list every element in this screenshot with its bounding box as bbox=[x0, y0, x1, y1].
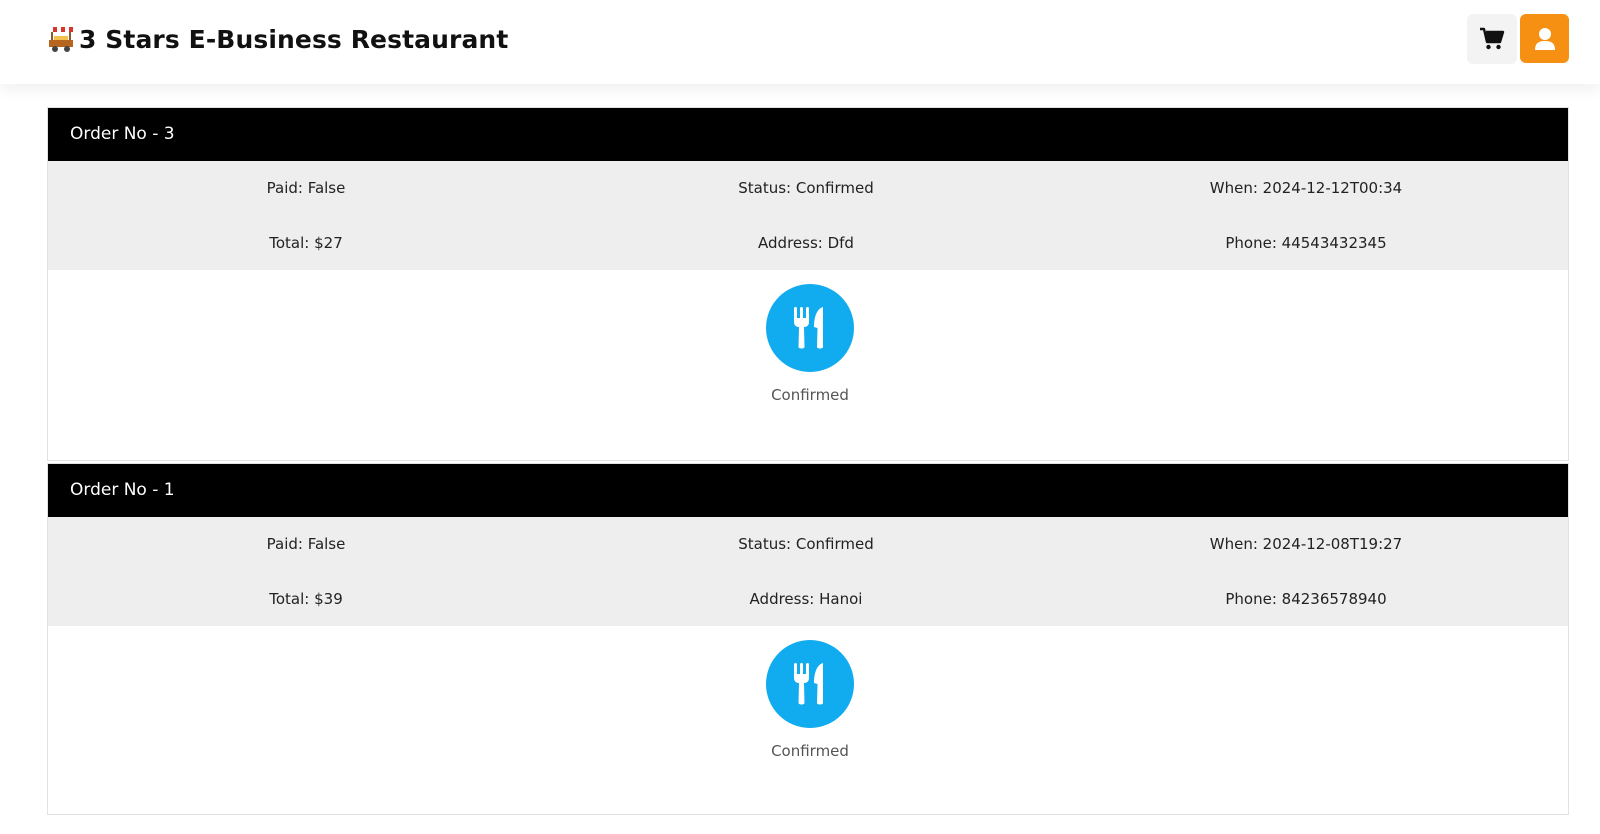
order-when: When: 2024-12-12T00:34 bbox=[1209, 179, 1403, 197]
shopping-cart-icon bbox=[1480, 27, 1505, 50]
order-phone: Phone: 84236578940 bbox=[1225, 590, 1387, 608]
utensils-icon bbox=[794, 307, 823, 349]
brand-name: 3 Stars E-Business Restaurant bbox=[79, 24, 509, 54]
order-details: Paid: False Status: Confirmed When: 2024… bbox=[48, 517, 1568, 626]
order-status: Status: Confirmed bbox=[738, 179, 874, 197]
food-cart-icon bbox=[49, 27, 73, 52]
cart-button[interactable] bbox=[1467, 14, 1517, 64]
order-address: Address: Dfd bbox=[758, 234, 854, 252]
order-when: When: 2024-12-08T19:27 bbox=[1209, 535, 1403, 553]
status-step bbox=[766, 640, 854, 728]
utensils-icon bbox=[794, 663, 823, 705]
status-step-label: Confirmed bbox=[771, 386, 849, 404]
order-status: Status: Confirmed bbox=[738, 535, 874, 553]
order-card: Order No - 3 Paid: False Status: Confirm… bbox=[47, 107, 1569, 461]
order-phone: Phone: 44543432345 bbox=[1225, 234, 1387, 252]
status-step-label: Confirmed bbox=[771, 742, 849, 760]
brand[interactable]: 3 Stars E-Business Restaurant bbox=[46, 22, 508, 56]
order-title: Order No - 1 bbox=[48, 464, 1568, 517]
order-card: Order No - 1 Paid: False Status: Confirm… bbox=[47, 463, 1569, 815]
order-total: Total: $27 bbox=[269, 234, 343, 252]
status-step bbox=[766, 284, 854, 372]
top-navbar: 3 Stars E-Business Restaurant bbox=[0, 0, 1600, 84]
user-button[interactable] bbox=[1520, 14, 1569, 63]
order-title: Order No - 3 bbox=[48, 108, 1568, 161]
order-details: Paid: False Status: Confirmed When: 2024… bbox=[48, 161, 1568, 270]
order-total: Total: $39 bbox=[269, 590, 343, 608]
order-address: Address: Hanoi bbox=[749, 590, 863, 608]
order-paid: Paid: False bbox=[266, 179, 346, 197]
order-paid: Paid: False bbox=[266, 535, 346, 553]
user-icon bbox=[1534, 27, 1555, 50]
